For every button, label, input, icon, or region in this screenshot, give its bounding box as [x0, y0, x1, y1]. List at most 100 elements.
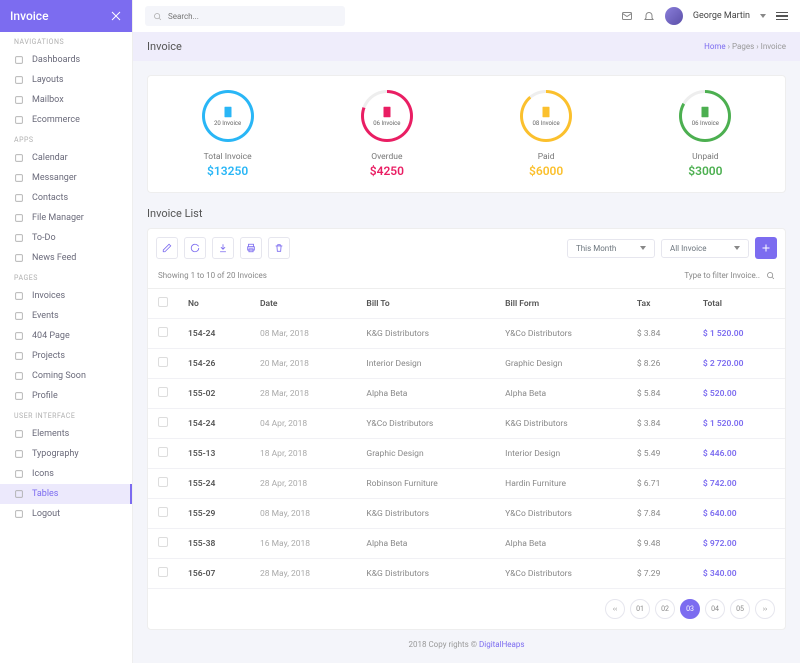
stat-card: 20 InvoiceTotal Invoice$13250	[148, 90, 307, 178]
row-checkbox[interactable]	[158, 537, 168, 547]
nav-item-icons[interactable]: Icons	[0, 464, 132, 484]
select-all-checkbox[interactable]	[158, 297, 168, 307]
table-row[interactable]: 155-3816 May, 2018Alpha BetaAlpha Beta$ …	[148, 529, 785, 559]
avatar[interactable]	[665, 7, 683, 25]
page-next[interactable]: ››	[755, 599, 775, 619]
nav-item-messanger[interactable]: Messanger	[0, 168, 132, 188]
user-name[interactable]: George Martin	[693, 11, 750, 21]
nav-item-calendar[interactable]: Calendar	[0, 148, 132, 168]
page-prev[interactable]: ‹‹	[605, 599, 625, 619]
col-header[interactable]: Total	[693, 289, 785, 319]
sidebar: Invoice NAVIGATIONSDashboardsLayoutsMail…	[0, 0, 133, 663]
table-row[interactable]: 155-2908 May, 2018K&G DistributorsY&Co D…	[148, 499, 785, 529]
brand: Invoice	[10, 9, 49, 23]
nav-label: Profile	[32, 391, 58, 401]
nav-item-invoices[interactable]: Invoices	[0, 286, 132, 306]
nav-item-to-do[interactable]: To-Do	[0, 228, 132, 248]
crumb-home[interactable]: Home	[704, 42, 726, 51]
nav-item-file-manager[interactable]: File Manager	[0, 208, 132, 228]
search-input[interactable]	[168, 12, 337, 21]
settings-icon[interactable]	[110, 10, 122, 22]
edit-button[interactable]	[156, 237, 178, 259]
row-checkbox[interactable]	[158, 447, 168, 457]
page-03[interactable]: 03	[680, 599, 700, 619]
nav-section-title: USER INTERFACE	[0, 406, 132, 424]
stat-card: 06 InvoiceOverdue$4250	[307, 90, 466, 178]
table-row[interactable]: 154-2620 Mar, 2018Interior DesignGraphic…	[148, 349, 785, 379]
row-checkbox[interactable]	[158, 357, 168, 367]
nav-item-mailbox[interactable]: Mailbox	[0, 90, 132, 110]
cell-to: Graphic Design	[356, 439, 495, 469]
cell-total: $ 2 720.00	[693, 349, 785, 379]
delete-button[interactable]	[268, 237, 290, 259]
cell-no: 155-24	[178, 469, 250, 499]
refresh-button[interactable]	[184, 237, 206, 259]
nav-item-profile[interactable]: Profile	[0, 386, 132, 406]
cell-tax: $ 5.49	[627, 439, 693, 469]
nav-item-404-page[interactable]: 404 Page	[0, 326, 132, 346]
cell-to: Robinson Furniture	[356, 469, 495, 499]
filter-placeholder[interactable]: Type to filter Invoice..	[684, 271, 760, 280]
nav-item-contacts[interactable]: Contacts	[0, 188, 132, 208]
nav-item-logout[interactable]: Logout	[0, 504, 132, 524]
stats-card: 20 InvoiceTotal Invoice$1325006 InvoiceO…	[147, 75, 786, 193]
period-dropdown[interactable]: This Month	[567, 239, 655, 258]
print-button[interactable]	[240, 237, 262, 259]
nav-label: Typography	[32, 449, 79, 459]
nav-item-elements[interactable]: Elements	[0, 424, 132, 444]
table-row[interactable]: 155-1318 Apr, 2018Graphic DesignInterior…	[148, 439, 785, 469]
col-header[interactable]: No	[178, 289, 250, 319]
menu-icon[interactable]	[776, 12, 788, 21]
cell-from: K&G Distributors	[495, 409, 627, 439]
table-row[interactable]: 154-2408 Mar, 2018K&G DistributorsY&Co D…	[148, 319, 785, 349]
cell-tax: $ 7.29	[627, 559, 693, 589]
stat-label: Unpaid	[692, 152, 718, 162]
scope-dropdown[interactable]: All Invoice	[661, 239, 749, 258]
row-checkbox[interactable]	[158, 507, 168, 517]
check-icon	[14, 233, 24, 243]
nav-item-projects[interactable]: Projects	[0, 346, 132, 366]
table-row[interactable]: 156-0728 May, 2018K&G DistributorsY&Co D…	[148, 559, 785, 589]
add-button[interactable]	[755, 237, 777, 259]
table-row[interactable]: 155-0228 Mar, 2018Alpha BetaAlpha Beta$ …	[148, 379, 785, 409]
page-01[interactable]: 01	[630, 599, 650, 619]
nav-item-news-feed[interactable]: News Feed	[0, 248, 132, 268]
tables-icon	[14, 489, 24, 499]
footer-link[interactable]: DigitalHeaps	[479, 640, 524, 649]
nav-item-typography[interactable]: Typography	[0, 444, 132, 464]
row-checkbox[interactable]	[158, 567, 168, 577]
col-header[interactable]: Date	[250, 289, 356, 319]
invoice-table: NoDateBill ToBill FormTaxTotal 154-2408 …	[148, 289, 785, 589]
page-05[interactable]: 05	[730, 599, 750, 619]
cell-tax: $ 6.71	[627, 469, 693, 499]
cell-no: 155-29	[178, 499, 250, 529]
nav-item-dashboards[interactable]: Dashboards	[0, 50, 132, 70]
col-header[interactable]: Bill To	[356, 289, 495, 319]
table-row[interactable]: 154-2404 Apr, 2018Y&Co DistributorsK&G D…	[148, 409, 785, 439]
row-checkbox[interactable]	[158, 417, 168, 427]
bell-icon[interactable]	[643, 10, 655, 22]
col-header[interactable]: Tax	[627, 289, 693, 319]
col-header[interactable]: Bill Form	[495, 289, 627, 319]
search-icon[interactable]	[766, 271, 775, 280]
cell-to: Alpha Beta	[356, 529, 495, 559]
row-checkbox[interactable]	[158, 387, 168, 397]
nav-label: Coming Soon	[32, 371, 86, 381]
user-caret-icon[interactable]	[760, 14, 766, 18]
nav-item-coming-soon[interactable]: Coming Soon	[0, 366, 132, 386]
nav-label: Icons	[32, 469, 54, 479]
row-checkbox[interactable]	[158, 477, 168, 487]
nav-label: Mailbox	[32, 95, 64, 105]
stat-value: $3000	[688, 164, 722, 178]
page-04[interactable]: 04	[705, 599, 725, 619]
page-02[interactable]: 02	[655, 599, 675, 619]
download-button[interactable]	[212, 237, 234, 259]
row-checkbox[interactable]	[158, 327, 168, 337]
table-row[interactable]: 155-2428 Apr, 2018Robinson FurnitureHard…	[148, 469, 785, 499]
nav-item-tables[interactable]: Tables	[0, 484, 132, 504]
mail-icon[interactable]	[621, 10, 633, 22]
search[interactable]	[145, 6, 345, 26]
nav-item-events[interactable]: Events	[0, 306, 132, 326]
nav-item-layouts[interactable]: Layouts	[0, 70, 132, 90]
nav-item-ecommerce[interactable]: Ecommerce	[0, 110, 132, 130]
